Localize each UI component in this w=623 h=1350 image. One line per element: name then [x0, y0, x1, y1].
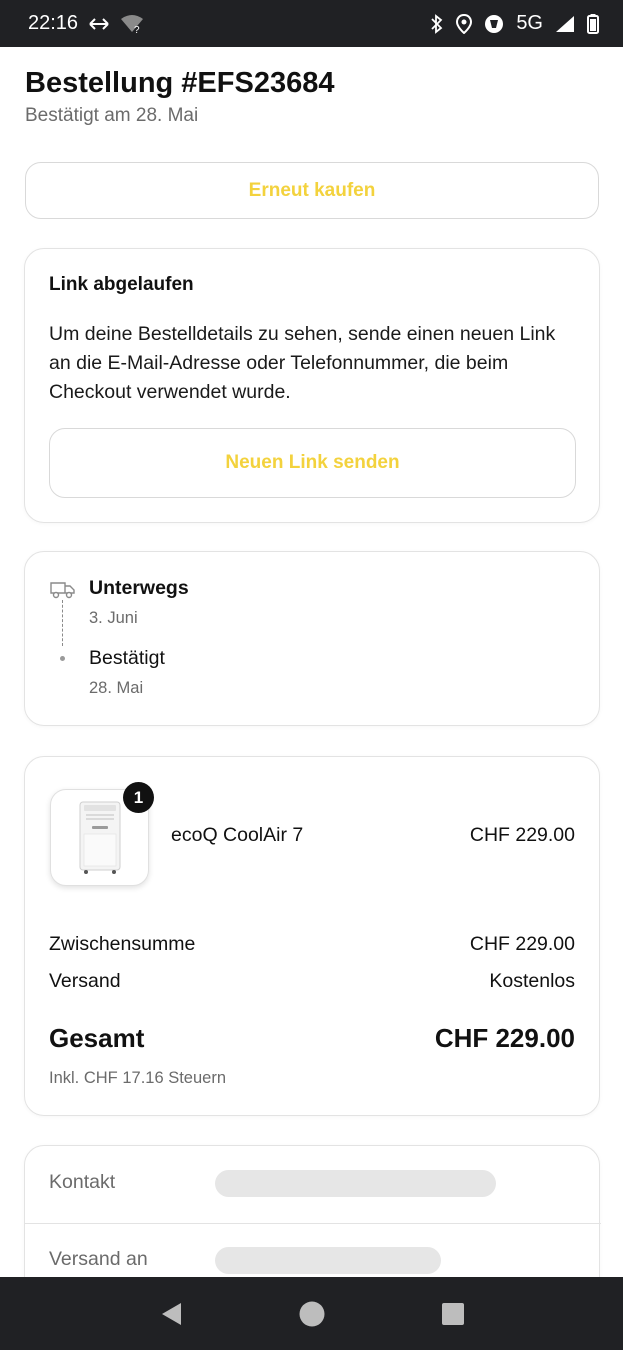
- timeline-connector: [62, 600, 63, 646]
- air-conditioner-image: [79, 801, 120, 874]
- status-bar: 22:16 ? 5G: [0, 0, 623, 47]
- timeline-dot: [60, 656, 65, 661]
- page-title: Bestellung #EFS23684: [25, 67, 335, 99]
- signal-icon: [555, 15, 575, 33]
- contact-label: Kontakt: [49, 1171, 116, 1193]
- contact-value-placeholder: [215, 1170, 496, 1197]
- svg-text:?: ?: [134, 25, 140, 34]
- page-subtitle: Bestätigt am 28. Mai: [25, 105, 199, 126]
- network-type: 5G: [516, 12, 543, 34]
- product-name: ecoQ CoolAir 7: [171, 824, 304, 846]
- link-expired-message: Um deine Bestelldetails zu sehen, sende …: [49, 323, 556, 403]
- total-value: CHF 229.00: [434, 1023, 575, 1053]
- tax-note: Inkl. CHF 17.16 Steuern: [49, 1069, 227, 1087]
- location-icon: [456, 13, 473, 34]
- subtotal-value: CHF 229.00: [469, 933, 575, 955]
- contact-row: Kontakt: [25, 1146, 601, 1223]
- tracking-card: Unterwegs 3. Juni Bestätigt 28. Mai: [24, 551, 600, 726]
- wifi-question-icon: ?: [120, 14, 144, 34]
- tracking-step-date: 3. Juni: [89, 609, 138, 627]
- data-transfer-icon: [88, 17, 110, 31]
- recents-icon[interactable]: [429, 1290, 477, 1338]
- bluetooth-icon: [430, 13, 444, 34]
- total-label: Gesamt: [49, 1023, 145, 1053]
- truck-icon: [50, 578, 76, 605]
- subtotal-label: Zwischensumme: [49, 933, 196, 955]
- battery-icon: [587, 13, 599, 34]
- ship-to-label: Versand an: [49, 1248, 148, 1270]
- link-expired-heading: Link abgelaufen: [49, 274, 194, 295]
- tracking-step-title: Bestätigt: [89, 647, 165, 669]
- contact-card: Kontakt Versand an: [24, 1145, 601, 1277]
- order-summary-card: 1 ecoQ CoolAir 7 CHF 229.00 Zwischensumm…: [24, 756, 600, 1116]
- shipping-value: Kostenlos: [489, 970, 575, 992]
- vpn-icon: [484, 14, 504, 34]
- rebuy-button[interactable]: Erneut kaufen: [25, 162, 599, 219]
- shipping-label: Versand: [49, 970, 121, 992]
- tracking-step-title: Unterwegs: [89, 577, 189, 599]
- back-icon[interactable]: [147, 1290, 195, 1338]
- tracking-step-date: 28. Mai: [89, 679, 144, 697]
- link-expired-card: Link abgelaufen Um deine Bestelldetails …: [24, 248, 600, 523]
- ship-to-value-placeholder: [215, 1247, 441, 1274]
- quantity-badge: 1: [123, 782, 154, 813]
- ship-to-row: Versand an: [25, 1224, 601, 1277]
- navigation-bar: [0, 1277, 623, 1350]
- status-time: 22:16: [28, 12, 79, 34]
- home-icon[interactable]: [288, 1290, 336, 1338]
- product-price: CHF 229.00: [469, 824, 575, 846]
- send-new-link-button[interactable]: Neuen Link senden: [49, 428, 576, 498]
- order-page: Bestellung #EFS23684 Bestätigt am 28. Ma…: [0, 47, 623, 1277]
